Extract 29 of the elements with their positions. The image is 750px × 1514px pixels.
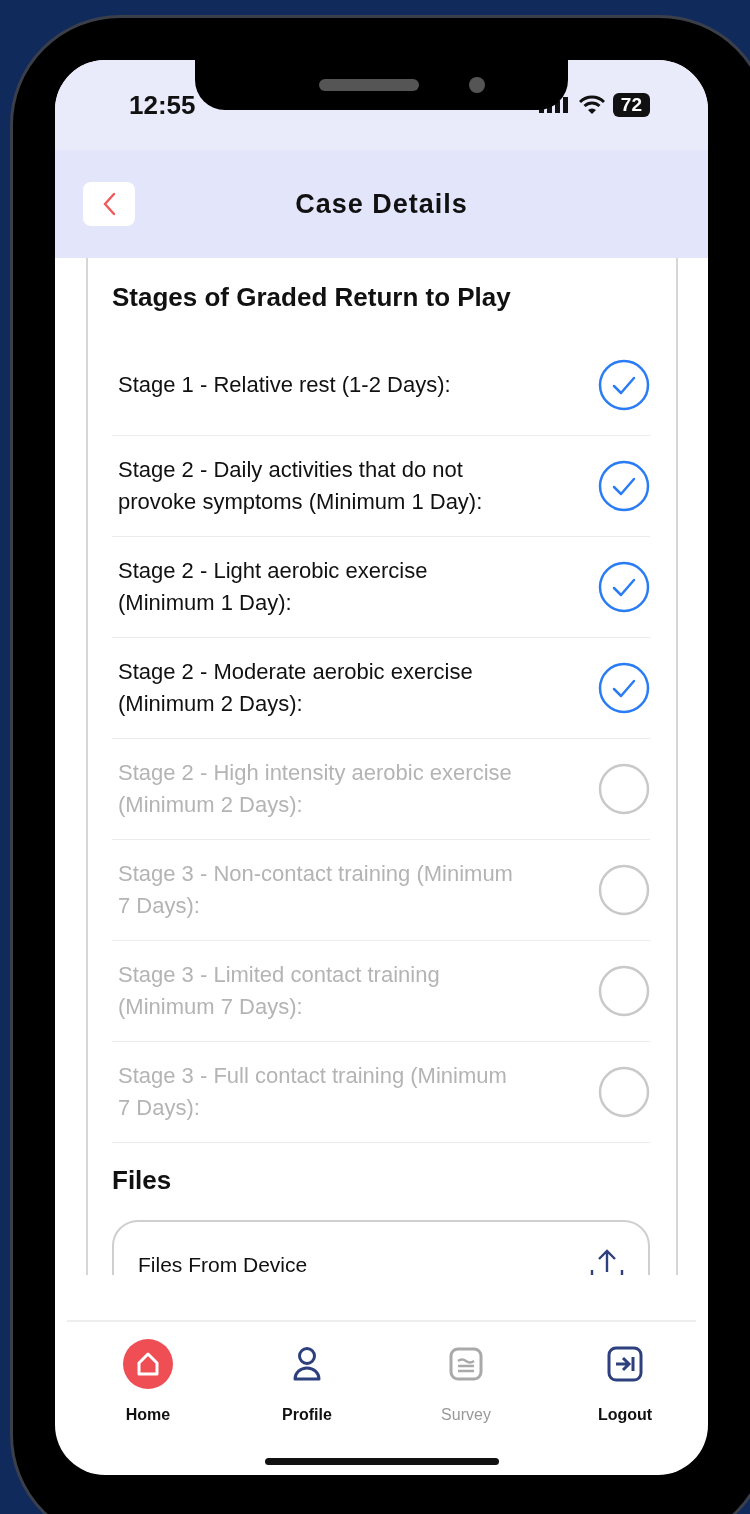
stage-label: Stage 3 - Limited contact training (Minimum 7 Days): [118,961,441,1021]
stage-label: Stage 1 - Relative rest (1-2 Days): [118,371,451,399]
person-icon [292,1346,322,1382]
checked-circle-icon[interactable] [598,460,650,512]
stage-label: Stage 3 - Non-contact training (Minimum 7 Days): [118,860,514,920]
checked-circle-icon[interactable] [598,561,650,613]
checked-circle-icon[interactable] [598,359,650,411]
upload-field[interactable]: Files From Device [112,1220,650,1275]
profile-tab[interactable]: Profile [266,1336,348,1424]
section-title: Stages of Graded Return to Play [112,282,512,313]
screen-title: Case Details [295,188,468,220]
logout-tab[interactable]: Logout [584,1336,666,1424]
battery-indicator: 72 [612,93,650,117]
status-time: 12:55 [129,89,196,121]
stage-label: Stage 3 - Full contact training (Minimum 7 Days): [118,1062,508,1122]
wifi-icon [578,95,605,115]
files-title: Files [112,1165,173,1196]
stage-label: Stage 2 - Daily activities that do not provoke symptoms (Minimum 1 Day): [118,456,484,516]
back-button[interactable] [83,182,135,226]
logout-icon [607,1346,643,1382]
signal-icon [538,97,569,113]
stage-label: Stage 2 - Moderate aerobic exercise (Minimum 2 Days): [118,658,474,718]
stage-label: Stage 2 - High intensity aerobic exercise (Minimum 2 Days): [118,759,513,819]
checked-circle-icon[interactable] [598,662,650,714]
stage-label: Stage 2 - Light aerobic exercise (Minimum 1 Day): [118,557,429,617]
back-icon [102,192,116,216]
document-icon [449,1347,483,1381]
home-tab[interactable]: Home [107,1336,189,1424]
upload-icon [590,1248,624,1275]
